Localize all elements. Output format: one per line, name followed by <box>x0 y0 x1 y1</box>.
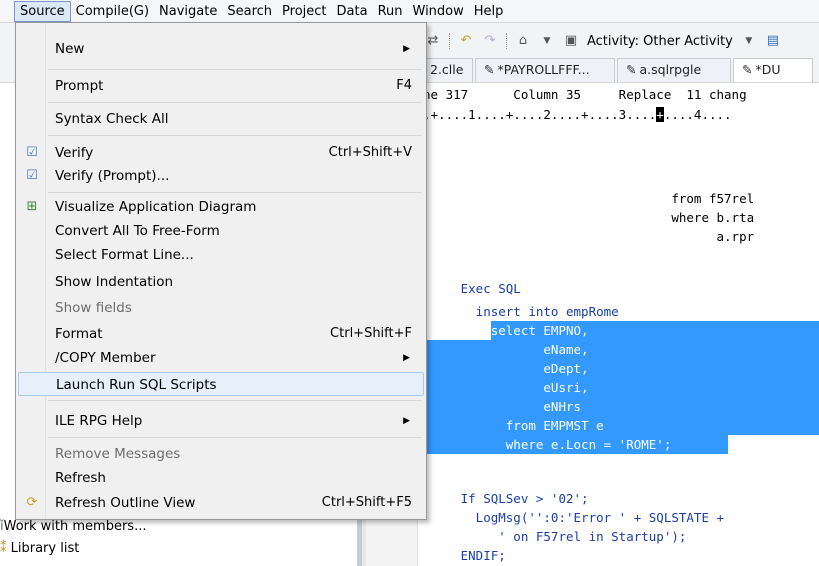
editor-tab-bar: 2.clle ✎ *PAYROLLFFF... ✎ a.sqlrpgle ✎ *DU <box>421 56 819 82</box>
menu-item-show-indentation[interactable]: Show Indentation <box>18 270 424 294</box>
menu-item-show-fields: Show fields <box>55 300 132 316</box>
menu-project[interactable]: Project <box>277 1 331 22</box>
menu-separator <box>48 192 422 193</box>
work-with-members-item[interactable]: ǐWork with members... <box>0 519 146 534</box>
dropdown-arrow-icon[interactable]: ▼ <box>539 33 555 49</box>
forward-arrow-icon[interactable]: ↷ <box>482 33 498 49</box>
menu-item-convert-free-form[interactable]: Convert All To Free-Form <box>18 219 424 243</box>
menu-item-launch-run-sql-scripts[interactable]: Launch Run SQL Scripts <box>18 372 424 396</box>
code-line: from f57rel <box>423 191 755 206</box>
back-arrow-icon[interactable]: ↶ <box>458 33 474 49</box>
code-line: a.rpr <box>423 229 755 244</box>
menu-search[interactable]: Search <box>222 1 277 22</box>
code-line: If SQLSev > '02'; <box>423 491 589 506</box>
menu-compile[interactable]: Compile(G) <box>71 1 154 22</box>
library-list-item[interactable]: ⁑ Library list <box>0 541 79 556</box>
menu-separator <box>48 69 422 70</box>
code-line: Exec SQL <box>423 281 521 296</box>
submenu-arrow-icon: ▶ <box>403 353 410 363</box>
toolbar-separator <box>449 33 450 49</box>
menu-separator <box>48 135 422 136</box>
code-line: ' on F57rel in Startup'); <box>423 529 687 544</box>
menu-help[interactable]: Help <box>469 1 509 22</box>
ruler-cursor: + <box>656 107 664 122</box>
menu-item-select-format-line[interactable]: Select Format Line... <box>18 243 424 267</box>
menu-item-format[interactable]: Format Ctrl+Shift+F <box>18 322 424 346</box>
menu-item-syntax-check-all[interactable]: Syntax Check All <box>18 107 424 131</box>
menu-item-verify[interactable]: ☑ Verify Ctrl+Shift+V <box>18 141 424 165</box>
refresh-outline-icon: ⟳ <box>26 495 38 510</box>
tab-clle[interactable]: 2.clle <box>421 58 473 82</box>
menu-item-visualize-diagram[interactable]: ⊞ Visualize Application Diagram <box>18 195 424 219</box>
table-icon[interactable]: ▤ <box>765 33 781 49</box>
menu-item-prompt[interactable]: Prompt F4 <box>18 74 424 98</box>
menu-window[interactable]: Window <box>408 1 469 22</box>
pencil-icon: ✎ <box>742 62 753 77</box>
code-editor[interactable]: ne 317 Column 35 Replace 11 chang .+....… <box>419 83 819 566</box>
code-line: eDept, <box>423 361 589 376</box>
compare-icon[interactable]: ⇄ <box>425 33 441 49</box>
tab-sqlrpgle[interactable]: ✎ a.sqlrpgle <box>617 58 731 82</box>
home-icon[interactable]: ⌂ <box>515 33 531 49</box>
verify-prompt-icon: ☑ <box>26 168 38 183</box>
activity-dropdown-icon[interactable]: ▼ <box>741 33 757 49</box>
code-line: select EMPNO, <box>423 323 589 338</box>
menu-item-remove-messages: Remove Messages <box>55 446 181 462</box>
code-line: where b.rta <box>423 210 755 225</box>
menu-item-refresh-outline-view[interactable]: ⟳ Refresh Outline View Ctrl+Shift+F5 <box>18 491 424 515</box>
pencil-icon: ✎ <box>484 62 495 77</box>
activity-label[interactable]: Activity: Other Activity <box>587 34 733 49</box>
menu-separator <box>48 102 422 103</box>
menu-navigate[interactable]: Navigate <box>154 1 222 22</box>
menu-item-refresh[interactable]: Refresh <box>18 466 424 490</box>
source-menu: New ▶ Prompt F4 Syntax Check All ☑ Verify Ct… <box>15 22 427 520</box>
menu-source[interactable]: Source <box>14 0 71 22</box>
menu-item-verify-prompt[interactable]: ☑ Verify (Prompt)... <box>18 164 424 188</box>
code-line: ENDIF; <box>423 548 506 563</box>
submenu-arrow-icon: ▶ <box>403 44 410 54</box>
submenu-arrow-icon: ▶ <box>403 416 410 426</box>
code-line: insert into empRome <box>423 304 619 319</box>
column-ruler: .+....1....+....2....+....3....+....4...… <box>423 107 732 122</box>
menubar: Source Compile(G) Navigate Search Projec… <box>0 0 819 23</box>
activity-icon: ▣ <box>564 33 578 48</box>
verify-icon: ☑ <box>26 145 38 160</box>
menu-separator <box>48 437 422 438</box>
menu-data[interactable]: Data <box>332 1 373 22</box>
menu-item-ile-rpg-help[interactable]: ILE RPG Help ▶ <box>18 409 424 433</box>
code-line: LogMsg('':0:'Error ' + SQLSTATE + <box>423 510 725 525</box>
library-icon: ⁑ <box>0 541 7 556</box>
tab-du[interactable]: ✎ *DU <box>733 58 813 82</box>
menu-separator <box>48 400 422 401</box>
code-line: eNHrs <box>423 399 582 414</box>
tab-payroll[interactable]: ✎ *PAYROLLFFF... <box>475 58 615 82</box>
pencil-icon: ✎ <box>626 62 637 77</box>
menu-item-copy-member[interactable]: /COPY Member ▶ <box>18 346 424 370</box>
code-line: eUsri, <box>423 380 589 395</box>
toolbar-row: ⇄ ↶ ↷ ⌂ ▼ ▣ Activity: Other Activity ▼ ▤ <box>425 33 781 49</box>
menu-item-new[interactable]: New ▶ <box>18 37 424 61</box>
menu-run[interactable]: Run <box>373 1 408 22</box>
code-line: eName, <box>423 342 589 357</box>
code-line: from EMPMST e <box>423 418 604 433</box>
editor-status-line: ne 317 Column 35 Replace 11 chang <box>423 87 747 102</box>
code-line: where e.Locn = 'ROME'; <box>423 437 672 452</box>
diagram-icon: ⊞ <box>26 199 38 214</box>
toolbar-separator <box>506 33 507 49</box>
